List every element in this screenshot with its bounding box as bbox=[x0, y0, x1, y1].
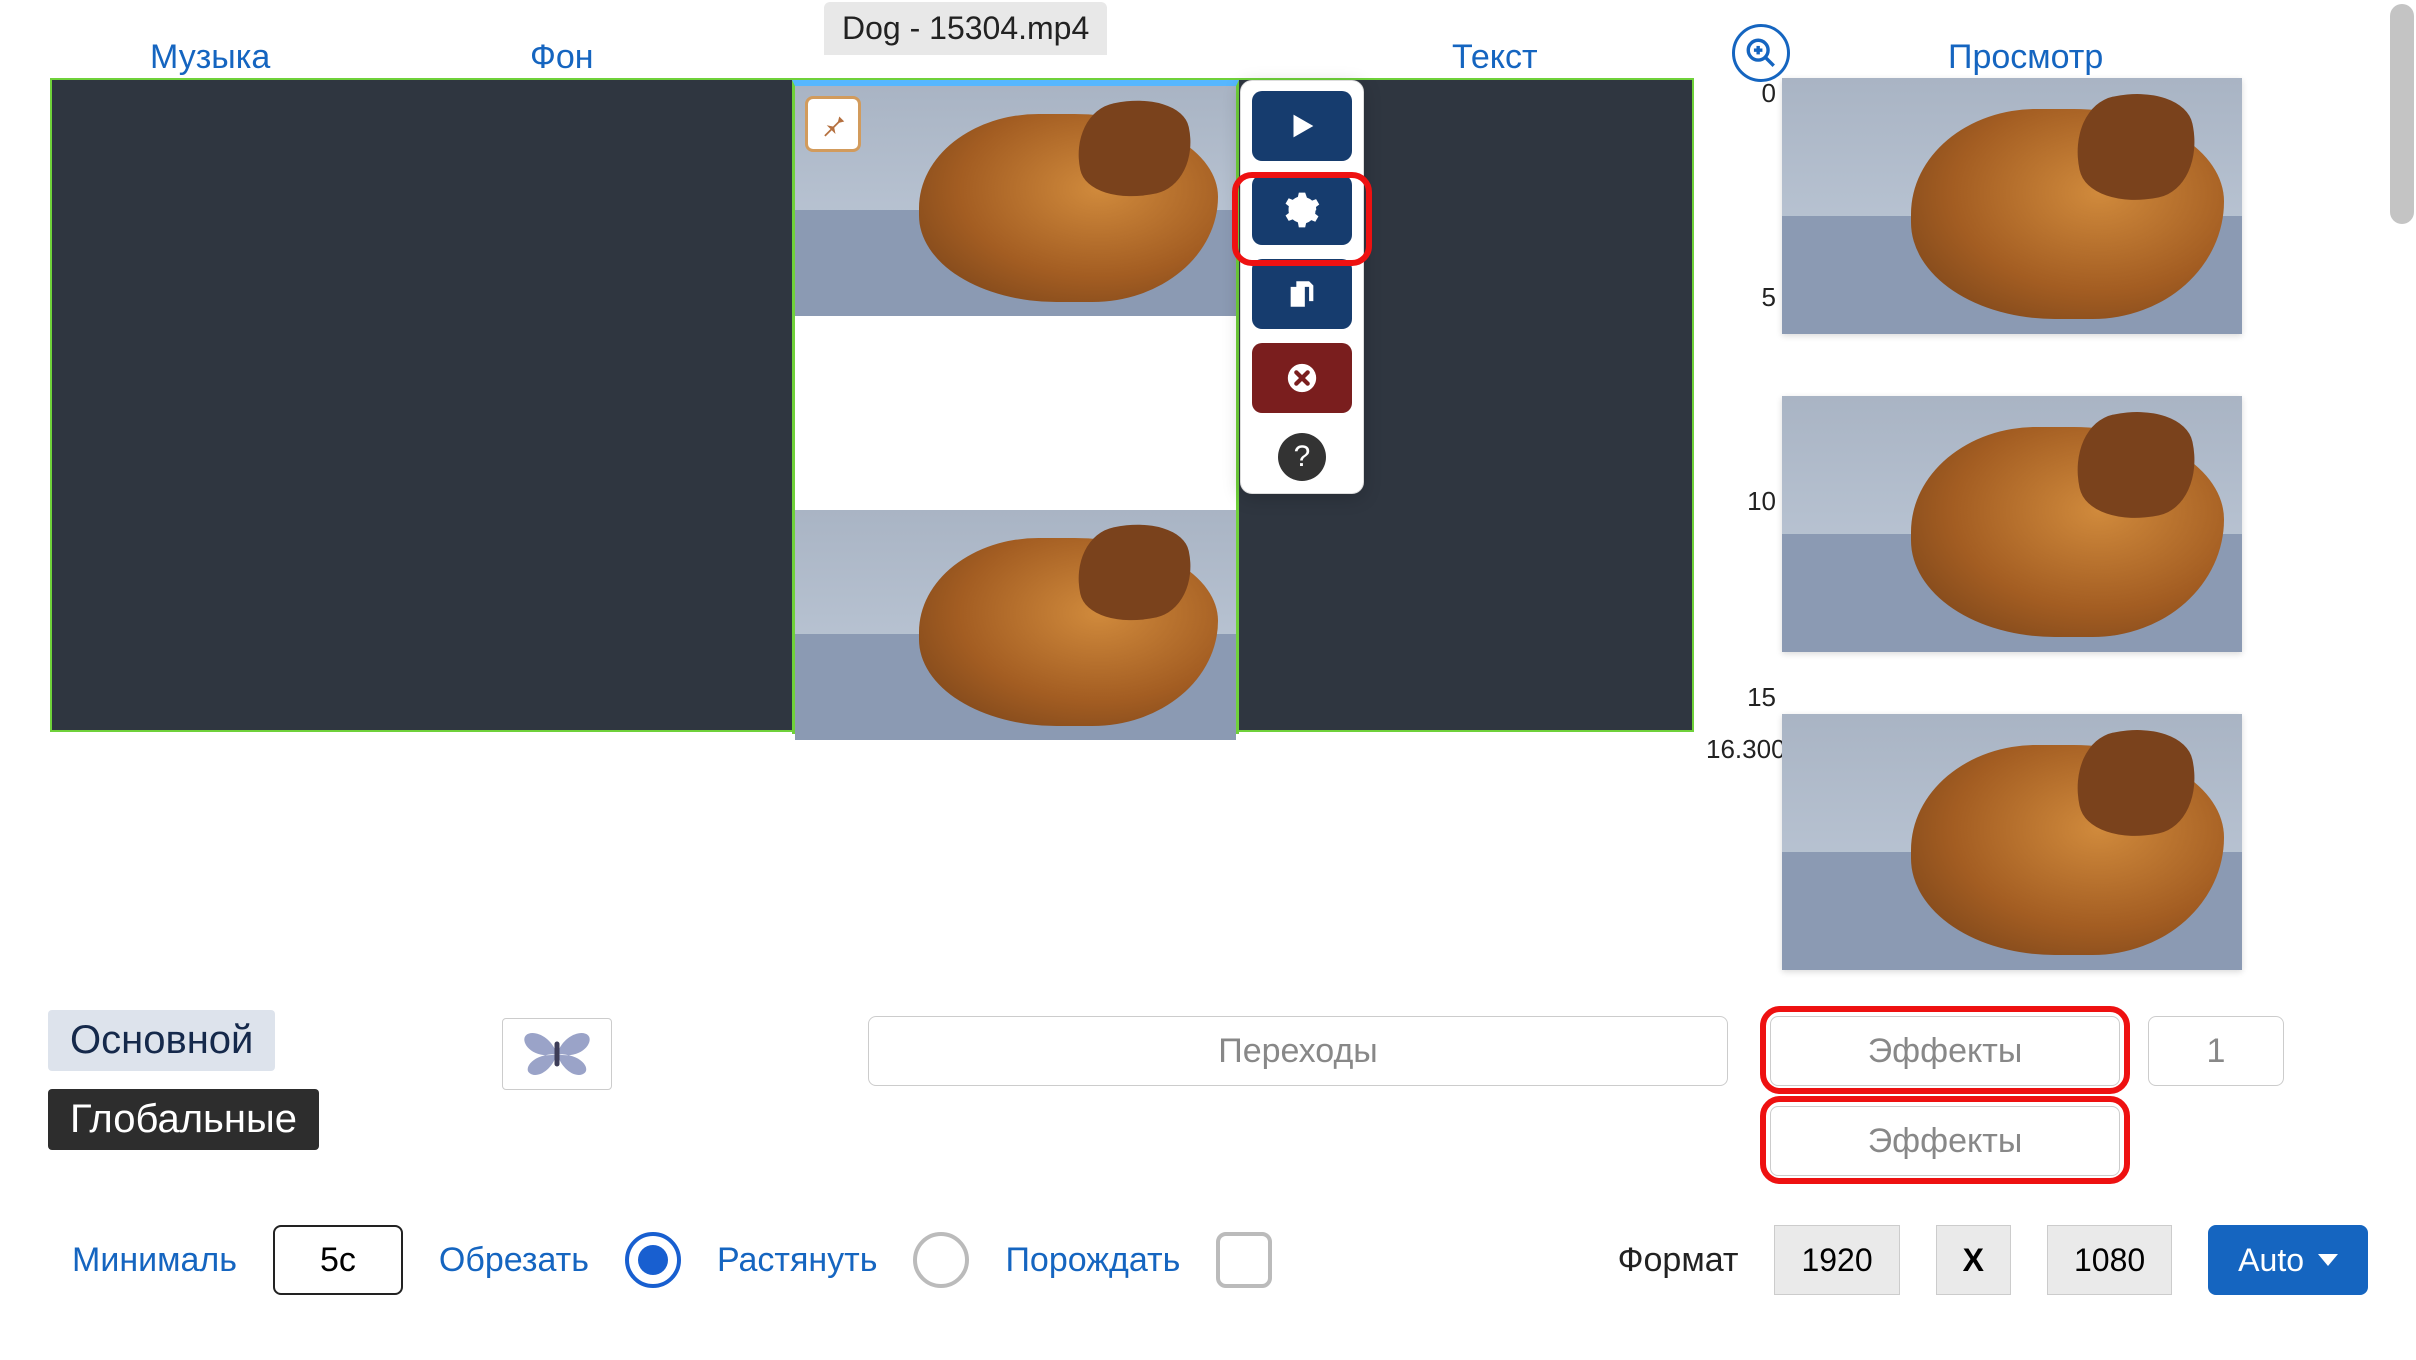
clip-help-button[interactable]: ? bbox=[1278, 433, 1326, 481]
format-auto-dropdown[interactable]: Auto bbox=[2208, 1225, 2368, 1295]
effects-input-1[interactable]: Эффекты bbox=[1770, 1016, 2120, 1086]
play-icon bbox=[1285, 109, 1319, 143]
ruler-tick: 10 bbox=[1706, 486, 1776, 517]
mode-stretch-label: Растянуть bbox=[717, 1241, 878, 1280]
duplicate-clip-button[interactable] bbox=[1252, 259, 1352, 329]
mode-spawn-label: Порождать bbox=[1005, 1241, 1180, 1280]
transition-preset-button[interactable] bbox=[502, 1018, 612, 1090]
clip-settings-button[interactable] bbox=[1252, 175, 1352, 245]
selected-clip[interactable] bbox=[792, 80, 1239, 734]
min-duration-input[interactable]: 5с bbox=[273, 1225, 403, 1295]
caret-down-icon bbox=[2318, 1254, 2338, 1266]
ruler-tick-end: 16.300 bbox=[1706, 734, 1776, 765]
mode-stretch-radio[interactable] bbox=[913, 1232, 969, 1288]
tab-main[interactable]: Основной bbox=[48, 1010, 275, 1071]
tab-text[interactable]: Текст bbox=[1452, 38, 1538, 77]
effects-input-2[interactable]: Эффекты bbox=[1770, 1106, 2120, 1176]
tab-music[interactable]: Музыка bbox=[150, 38, 270, 77]
vertical-scrollbar[interactable] bbox=[2390, 4, 2414, 224]
clip-thumbnail-top bbox=[795, 86, 1236, 316]
mode-crop-radio[interactable] bbox=[625, 1232, 681, 1288]
transitions-input[interactable]: Переходы bbox=[868, 1016, 1728, 1086]
gear-icon bbox=[1283, 191, 1321, 229]
tab-background[interactable]: Фон bbox=[530, 38, 594, 77]
mode-spawn-checkbox[interactable] bbox=[1216, 1232, 1272, 1288]
play-clip-button[interactable] bbox=[1252, 91, 1352, 161]
preview-thumb[interactable] bbox=[1782, 78, 2242, 334]
preview-thumb[interactable] bbox=[1782, 714, 2242, 970]
lower-panel: Основной Глобальные Переходы Эффекты Эфф… bbox=[48, 1010, 2368, 1150]
timeline-track[interactable] bbox=[50, 78, 1694, 732]
zoom-in-icon bbox=[1744, 36, 1778, 70]
tab-global[interactable]: Глобальные bbox=[48, 1089, 319, 1150]
delete-icon bbox=[1285, 361, 1319, 395]
format-height-input[interactable]: 1080 bbox=[2047, 1225, 2172, 1295]
clip-filename-chip[interactable]: Dog - 15304.mp4 bbox=[824, 2, 1107, 55]
bottom-bar: Минималь 5с Обрезать Растянуть Порождать… bbox=[72, 1220, 2368, 1300]
delete-clip-button[interactable] bbox=[1252, 343, 1352, 413]
min-duration-label: Минималь bbox=[72, 1241, 237, 1280]
ruler-tick: 5 bbox=[1706, 282, 1776, 313]
format-width-input[interactable]: 1920 bbox=[1774, 1225, 1899, 1295]
pin-icon bbox=[818, 109, 848, 139]
help-icon: ? bbox=[1294, 440, 1311, 474]
clip-actions-panel: ? bbox=[1240, 80, 1364, 494]
time-ruler: 0 5 10 15 16.300 bbox=[1700, 78, 1776, 758]
ruler-tick: 15 bbox=[1706, 682, 1776, 713]
tab-preview[interactable]: Просмотр bbox=[1948, 38, 2103, 77]
preview-column bbox=[1782, 78, 2242, 1032]
pin-clip-button[interactable] bbox=[805, 96, 861, 152]
ruler-tick: 0 bbox=[1706, 78, 1776, 109]
butterfly-icon bbox=[519, 1026, 595, 1082]
format-label: Формат bbox=[1618, 1241, 1739, 1280]
clip-thumbnail-bottom bbox=[795, 510, 1236, 740]
format-auto-label: Auto bbox=[2238, 1242, 2304, 1279]
zoom-in-button[interactable] bbox=[1732, 24, 1790, 82]
copy-icon bbox=[1285, 277, 1319, 311]
mode-crop-label: Обрезать bbox=[439, 1241, 589, 1280]
format-separator: X bbox=[1936, 1225, 2011, 1295]
effects-count[interactable]: 1 bbox=[2148, 1016, 2284, 1086]
preview-thumb[interactable] bbox=[1782, 396, 2242, 652]
